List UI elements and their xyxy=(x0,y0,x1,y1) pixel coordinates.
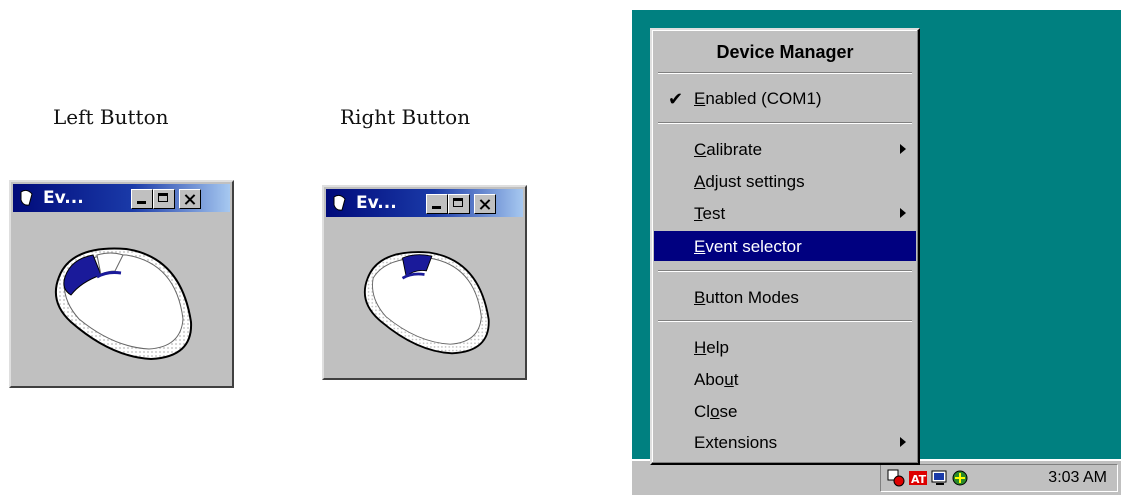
close-button[interactable] xyxy=(179,189,201,209)
menu-separator xyxy=(658,270,912,272)
label-part: Extensions xyxy=(694,433,778,452)
right-window-title: Ev... xyxy=(356,193,397,213)
accelerator-key: T xyxy=(694,204,703,223)
left-window-title: Ev... xyxy=(43,188,84,208)
menu-item-test-label: Test xyxy=(694,204,725,224)
accelerator-key: E xyxy=(694,237,706,256)
menu-item-adjust-settings-label: Adjust settings xyxy=(694,172,805,192)
right-button-caption: Right Button xyxy=(340,105,471,129)
menu-item-calibrate[interactable]: Calibrate xyxy=(654,134,916,164)
system-tray: ATI 3:03 AM xyxy=(880,464,1118,492)
ati-icon[interactable]: ATI xyxy=(909,469,927,487)
accelerator-key: C xyxy=(694,140,707,159)
menu-title-device-manager[interactable]: Device Manager xyxy=(654,36,916,66)
label-part: Cl xyxy=(694,402,711,421)
right-button-window[interactable]: Ev... xyxy=(322,185,527,380)
label-part: Abo xyxy=(694,370,725,389)
right-window-titlebar[interactable]: Ev... xyxy=(326,189,523,217)
mouse-app-icon xyxy=(333,194,346,211)
mouse-left-button-icon xyxy=(55,247,193,361)
menu-item-close[interactable]: Close xyxy=(654,396,916,426)
label-part: utton Modes xyxy=(705,288,799,307)
checkmark-icon: ✔ xyxy=(668,89,684,109)
menu-separator xyxy=(658,72,912,74)
menu-item-about[interactable]: About xyxy=(654,364,916,394)
label-part: est xyxy=(702,204,726,223)
menu-title-label: Device Manager xyxy=(716,42,854,62)
minimize-button[interactable] xyxy=(426,194,448,214)
menu-item-help-label: Help xyxy=(694,338,729,358)
accelerator-key: E xyxy=(694,89,706,108)
menu-item-close-label: Close xyxy=(694,402,738,422)
menu-item-calibrate-label: Calibrate xyxy=(694,140,762,160)
label-part: alibrate xyxy=(706,140,763,159)
menu-item-button-modes[interactable]: Button Modes xyxy=(654,282,916,312)
label-part: nabled (COM1) xyxy=(705,89,822,108)
menu-item-extensions[interactable]: Extensions xyxy=(654,427,916,457)
accelerator-key: u xyxy=(724,370,734,389)
label-part: t xyxy=(733,370,739,389)
context-menu: Device Manager ✔ Enabled (COM1) Calibrat… xyxy=(650,28,920,465)
menu-item-event-selector-label: Event selector xyxy=(694,237,802,257)
accelerator-key: A xyxy=(694,172,706,191)
network-icon[interactable] xyxy=(951,469,969,487)
menu-item-test[interactable]: Test xyxy=(654,198,916,228)
label-part: vent selector xyxy=(705,237,802,256)
accelerator-key: B xyxy=(694,288,706,307)
label-part: elp xyxy=(706,338,729,357)
display-icon[interactable] xyxy=(931,469,949,487)
submenu-arrow-icon xyxy=(900,437,906,447)
accelerator-key: H xyxy=(694,338,707,357)
label-part: se xyxy=(719,402,738,421)
mouse-right-button-icon xyxy=(364,251,490,355)
left-button-caption: Left Button xyxy=(53,105,169,129)
menu-item-enabled-label: Enabled (COM1) xyxy=(694,89,822,109)
label-part: djust settings xyxy=(705,172,805,191)
menu-item-enabled[interactable]: ✔ Enabled (COM1) xyxy=(654,83,916,113)
submenu-arrow-icon xyxy=(900,208,906,218)
minimize-button[interactable] xyxy=(131,189,153,209)
left-button-window[interactable]: Ev... xyxy=(9,180,234,388)
menu-item-help[interactable]: Help xyxy=(654,332,916,362)
menu-separator xyxy=(658,320,912,322)
mouse-app-icon xyxy=(20,189,33,206)
menu-item-button-modes-label: Button Modes xyxy=(694,288,799,308)
menu-item-extensions-label: Extensions xyxy=(694,433,777,453)
menu-item-about-label: About xyxy=(694,370,738,390)
left-window-titlebar[interactable]: Ev... xyxy=(13,184,230,212)
menu-separator xyxy=(658,122,912,124)
menu-item-event-selector[interactable]: Event selector xyxy=(654,231,916,261)
maximize-button[interactable] xyxy=(448,194,470,214)
svg-text:ATI: ATI xyxy=(911,473,927,486)
accelerator-key: o xyxy=(710,402,720,421)
submenu-arrow-icon xyxy=(900,144,906,154)
menu-item-adjust-settings[interactable]: Adjust settings xyxy=(654,166,916,196)
maximize-button[interactable] xyxy=(153,189,175,209)
taskbar-clock[interactable]: 3:03 AM xyxy=(1048,469,1107,487)
close-button[interactable] xyxy=(474,194,496,214)
device-manager-icon[interactable] xyxy=(887,469,905,487)
